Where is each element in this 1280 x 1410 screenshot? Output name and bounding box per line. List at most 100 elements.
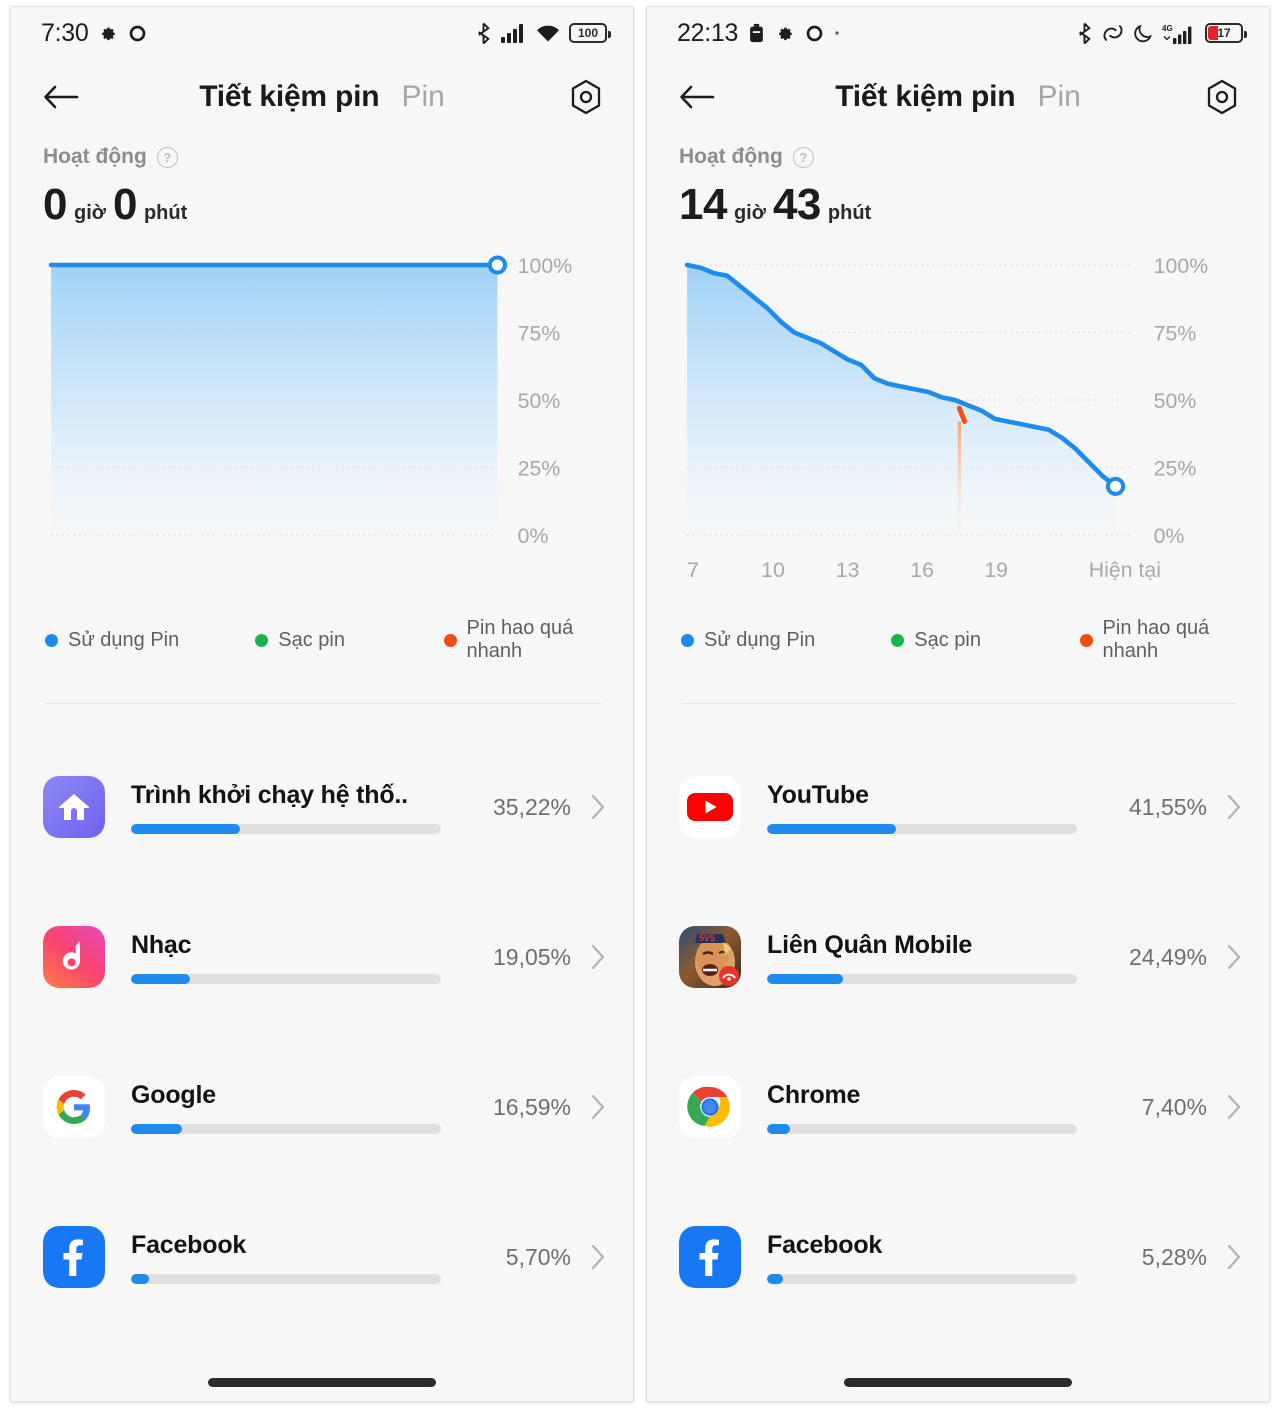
chevron-right-icon[interactable] bbox=[587, 1243, 609, 1271]
circle-icon bbox=[805, 24, 824, 43]
legend-label-charging: Sạc pin bbox=[914, 628, 981, 651]
back-button[interactable] bbox=[39, 75, 83, 119]
status-bar: 22:13 4G 17 bbox=[647, 7, 1269, 59]
app-usage-percent: 35,22% bbox=[492, 793, 571, 820]
x-axis-tick-label: 10 bbox=[761, 559, 785, 582]
app-info: Trình khởi chạy hệ thố.. bbox=[131, 781, 481, 834]
app-usage-percent: 5,70% bbox=[505, 1243, 571, 1270]
app-info: Liên Quân Mobile bbox=[767, 931, 1117, 984]
svg-text:5V5: 5V5 bbox=[699, 933, 715, 943]
app-info: Nhạc bbox=[131, 931, 481, 984]
usage-progress-fill bbox=[131, 973, 191, 984]
settings-button[interactable] bbox=[1199, 74, 1245, 120]
app-usage-row[interactable]: 5V5 Liên Quân Mobile 24,49% bbox=[679, 882, 1245, 1032]
battery-chart-svg: 0% 25% 50% 75% 100% 7 10 13 16 19 Hiện tại bbox=[684, 255, 1209, 582]
help-icon[interactable]: ? bbox=[156, 146, 178, 168]
duration-hours: 14 bbox=[679, 180, 727, 229]
usage-progress-fill bbox=[767, 823, 896, 834]
activity-duration: 0 giờ 0 phút bbox=[43, 183, 633, 227]
wifi-icon bbox=[536, 24, 560, 43]
legend-item-charging: Sạc pin bbox=[891, 617, 1079, 663]
app-usage-percent: 19,05% bbox=[492, 943, 571, 970]
app-usage-row[interactable]: Facebook 5,70% bbox=[43, 1182, 609, 1332]
app-name: Trình khởi chạy hệ thố.. bbox=[131, 780, 408, 809]
status-bar-left: 22:13 bbox=[677, 19, 840, 48]
legend-dot-charging bbox=[255, 633, 269, 647]
battery-level: 17 bbox=[1217, 26, 1231, 40]
app-info: Chrome bbox=[767, 1081, 1130, 1134]
google-icon bbox=[43, 1076, 105, 1138]
activity-label: Hoạt động bbox=[679, 145, 783, 168]
app-info: YouTube bbox=[767, 781, 1117, 834]
status-bar-right: 100 bbox=[475, 22, 611, 45]
app-usage-row[interactable]: Google 16,59% bbox=[43, 1032, 609, 1182]
usage-progress-bar bbox=[767, 1123, 1077, 1134]
dual-screenshot-stage: 7:30 100 Tiết kiệm pin Pin Hoạt động ? 0… bbox=[0, 0, 1280, 1410]
app-info: Facebook bbox=[131, 1231, 494, 1284]
legend-label-fastdrain: Pin hao quá nhanh bbox=[1102, 617, 1210, 662]
app-usage-row[interactable]: YouTube 41,55% bbox=[679, 732, 1245, 882]
app-usage-row[interactable]: Facebook 5,28% bbox=[679, 1182, 1245, 1332]
battery-chart: 0% 25% 50% 75% 100% bbox=[11, 251, 633, 611]
tab-pin[interactable]: Pin bbox=[1037, 80, 1080, 114]
gear-icon bbox=[571, 79, 601, 115]
activity-section: Hoạt động ? 0 giờ 0 phút bbox=[11, 135, 633, 227]
tab-tiet-kiem-pin[interactable]: Tiết kiệm pin bbox=[199, 80, 379, 114]
app-name: Liên Quân Mobile bbox=[767, 930, 973, 959]
app-usage-percent: 5,28% bbox=[1141, 1243, 1207, 1270]
chevron-right-icon[interactable] bbox=[587, 793, 609, 821]
legend-dot-charging bbox=[891, 633, 905, 647]
duration-minutes: 0 bbox=[112, 180, 137, 229]
y-axis-tick-label: 100% bbox=[1154, 255, 1209, 278]
chevron-right-icon[interactable] bbox=[587, 943, 609, 971]
app-name: Chrome bbox=[767, 1080, 861, 1109]
legend-item-fastdrain: Pin hao quá nhanh bbox=[1079, 617, 1269, 663]
usage-progress-fill bbox=[767, 973, 843, 984]
help-icon[interactable]: ? bbox=[792, 146, 814, 168]
app-usage-row[interactable]: Nhạc 19,05% bbox=[43, 882, 609, 1032]
usage-progress-bar bbox=[131, 823, 441, 834]
usage-progress-fill bbox=[131, 1273, 149, 1284]
y-axis-tick-label: 50% bbox=[518, 390, 561, 413]
x-axis-tick-label: 19 bbox=[984, 559, 1008, 582]
home-indicator[interactable] bbox=[208, 1378, 436, 1387]
duration-hours: 0 bbox=[43, 180, 67, 229]
usage-progress-bar bbox=[131, 973, 441, 984]
chart-area-fill bbox=[687, 265, 1116, 535]
chevron-right-icon[interactable] bbox=[1223, 943, 1245, 971]
y-axis-tick-label: 25% bbox=[518, 458, 561, 481]
chevron-right-icon[interactable] bbox=[1223, 1243, 1245, 1271]
y-axis-tick-label: 75% bbox=[518, 323, 561, 346]
app-usage-row[interactable]: Trình khởi chạy hệ thố.. 35,22% bbox=[43, 732, 609, 882]
legend-dot-fastdrain bbox=[443, 633, 457, 647]
chevron-right-icon[interactable] bbox=[587, 1093, 609, 1121]
alarm-icon bbox=[748, 23, 765, 43]
usage-progress-bar bbox=[131, 1273, 441, 1284]
y-axis-tick-label: 0% bbox=[1154, 525, 1185, 548]
app-usage-row[interactable]: Chrome 7,40% bbox=[679, 1032, 1245, 1182]
facebook-icon bbox=[43, 1226, 105, 1288]
back-button[interactable] bbox=[675, 75, 719, 119]
chevron-right-icon[interactable] bbox=[1223, 1093, 1245, 1121]
duration-hours-unit: giờ bbox=[73, 202, 106, 224]
chart-legend: Sử dụng Pin Sạc pin Pin hao quá nhanh bbox=[647, 617, 1269, 663]
y-axis-tick-label: 25% bbox=[1154, 458, 1197, 481]
usage-progress-bar bbox=[767, 823, 1077, 834]
y-axis-tick-label: 100% bbox=[518, 255, 573, 278]
usage-progress-bar bbox=[131, 1123, 441, 1134]
activity-label: Hoạt động bbox=[43, 145, 147, 168]
legend-dot-fastdrain bbox=[1079, 633, 1093, 647]
settings-button[interactable] bbox=[563, 74, 609, 120]
dnd-icon bbox=[1102, 22, 1124, 44]
app-name: Facebook bbox=[131, 1230, 247, 1259]
home-indicator[interactable] bbox=[844, 1378, 1072, 1387]
y-axis-tick-label: 0% bbox=[518, 525, 549, 548]
facebook-icon bbox=[679, 1226, 741, 1288]
gear-icon bbox=[775, 23, 795, 43]
tab-tiet-kiem-pin[interactable]: Tiết kiệm pin bbox=[835, 80, 1015, 114]
tab-pin[interactable]: Pin bbox=[401, 80, 444, 114]
bluetooth-icon bbox=[475, 22, 492, 45]
chevron-right-icon[interactable] bbox=[1223, 793, 1245, 821]
app-bar: Tiết kiệm pin Pin bbox=[647, 59, 1269, 135]
legend-item-charging: Sạc pin bbox=[255, 617, 443, 663]
